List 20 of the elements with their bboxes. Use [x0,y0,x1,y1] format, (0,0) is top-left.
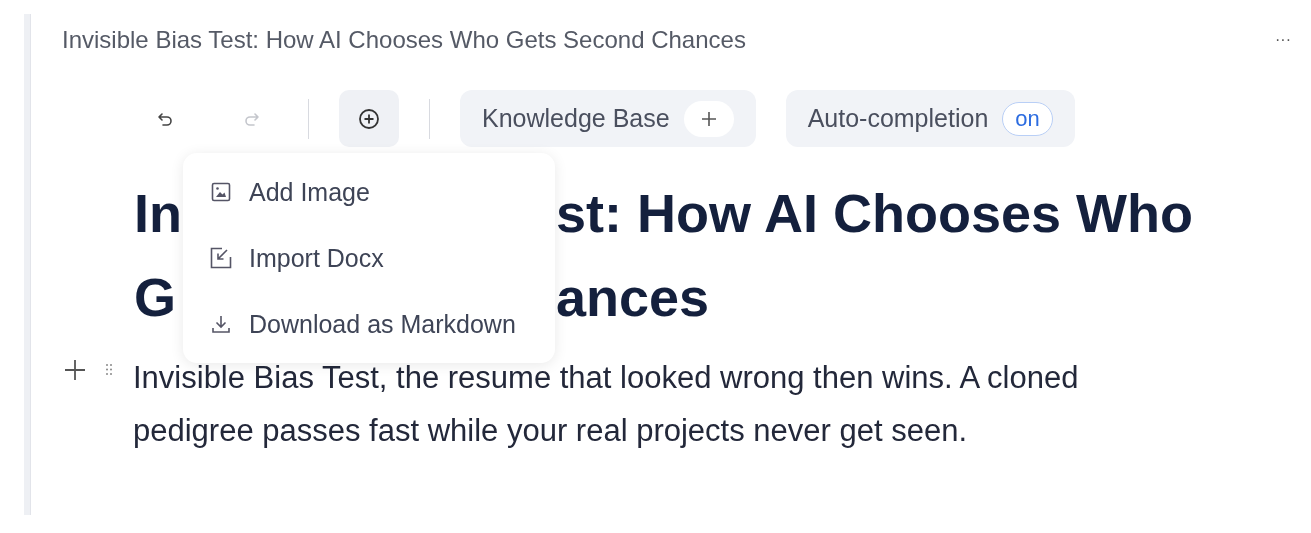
heading-text: G [134,267,176,327]
more-button[interactable]: ··· [1271,31,1295,49]
menu-item[interactable]: Import Docx [183,232,555,284]
auto-completion-label: Auto-completion [807,104,989,133]
heading-text: In [134,183,182,243]
add-button[interactable] [683,100,734,137]
import-icon [209,246,233,270]
menu-item[interactable]: Add Image [183,166,555,218]
drag-handle-icon[interactable] [105,363,113,376]
document-title: Invisible Bias Test: How AI Chooses Who Gets Second Chances [62,26,746,54]
plus-circle-icon [357,106,381,131]
insert-button[interactable] [339,90,399,147]
image-icon [209,180,233,204]
heading-text: ances [556,266,710,328]
menu-item[interactable]: Download as Markdown [183,298,555,350]
add-block-icon[interactable] [64,359,86,381]
knowledge-base-label: Knowledge Base [482,104,670,133]
heading-text: st: How AI Chooses Who [556,182,1193,244]
toggle[interactable]: on [1002,101,1053,136]
paragraph: Invisible Bias Test, the resume that looked wrong then wins. A cloned pedigree passes fast while your real projects never get seen. [133,359,1080,450]
